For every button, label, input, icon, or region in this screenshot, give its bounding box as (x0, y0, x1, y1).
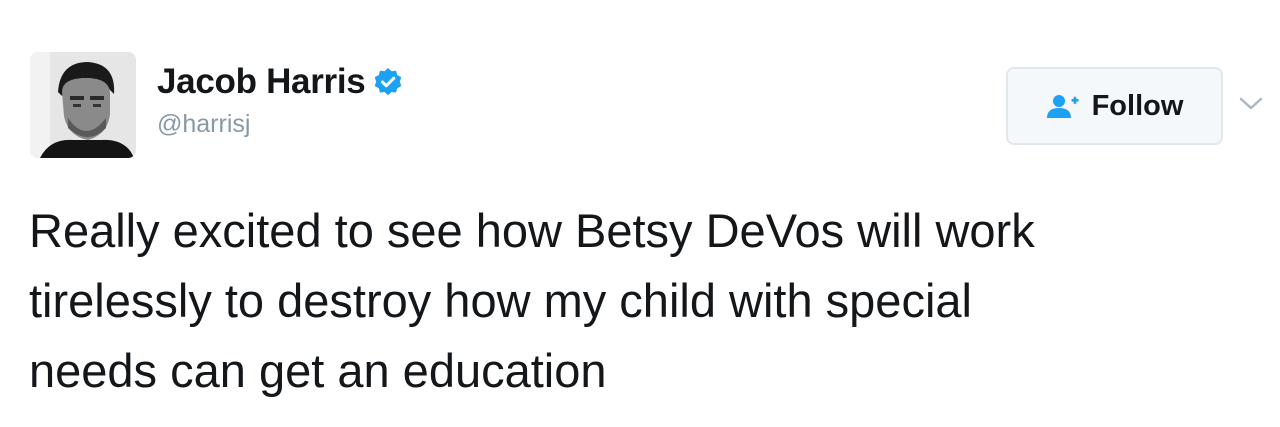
author-name[interactable]: Jacob Harris (157, 62, 366, 102)
follow-button[interactable]: Follow (1006, 67, 1223, 145)
tweet-text: Really excited to see how Betsy DeVos wi… (29, 196, 1269, 406)
tweet-card: Jacob Harris @harrisj Follow Really exci… (0, 0, 1280, 427)
tweet-text-line: tirelessly to destroy how my child with … (29, 274, 972, 327)
tweet-text-line: Really excited to see how Betsy DeVos wi… (29, 204, 1035, 257)
tweet-text-line: needs can get an education (29, 344, 607, 397)
author-block: Jacob Harris @harrisj (157, 62, 403, 139)
follow-button-label: Follow (1091, 89, 1184, 122)
avatar[interactable] (30, 52, 136, 158)
author-handle[interactable]: @harrisj (157, 110, 403, 139)
chevron-down-icon[interactable] (1238, 96, 1264, 112)
avatar-image (30, 52, 136, 158)
author-name-row: Jacob Harris (157, 62, 403, 102)
verified-badge-icon (373, 67, 403, 97)
add-user-icon (1046, 93, 1080, 119)
